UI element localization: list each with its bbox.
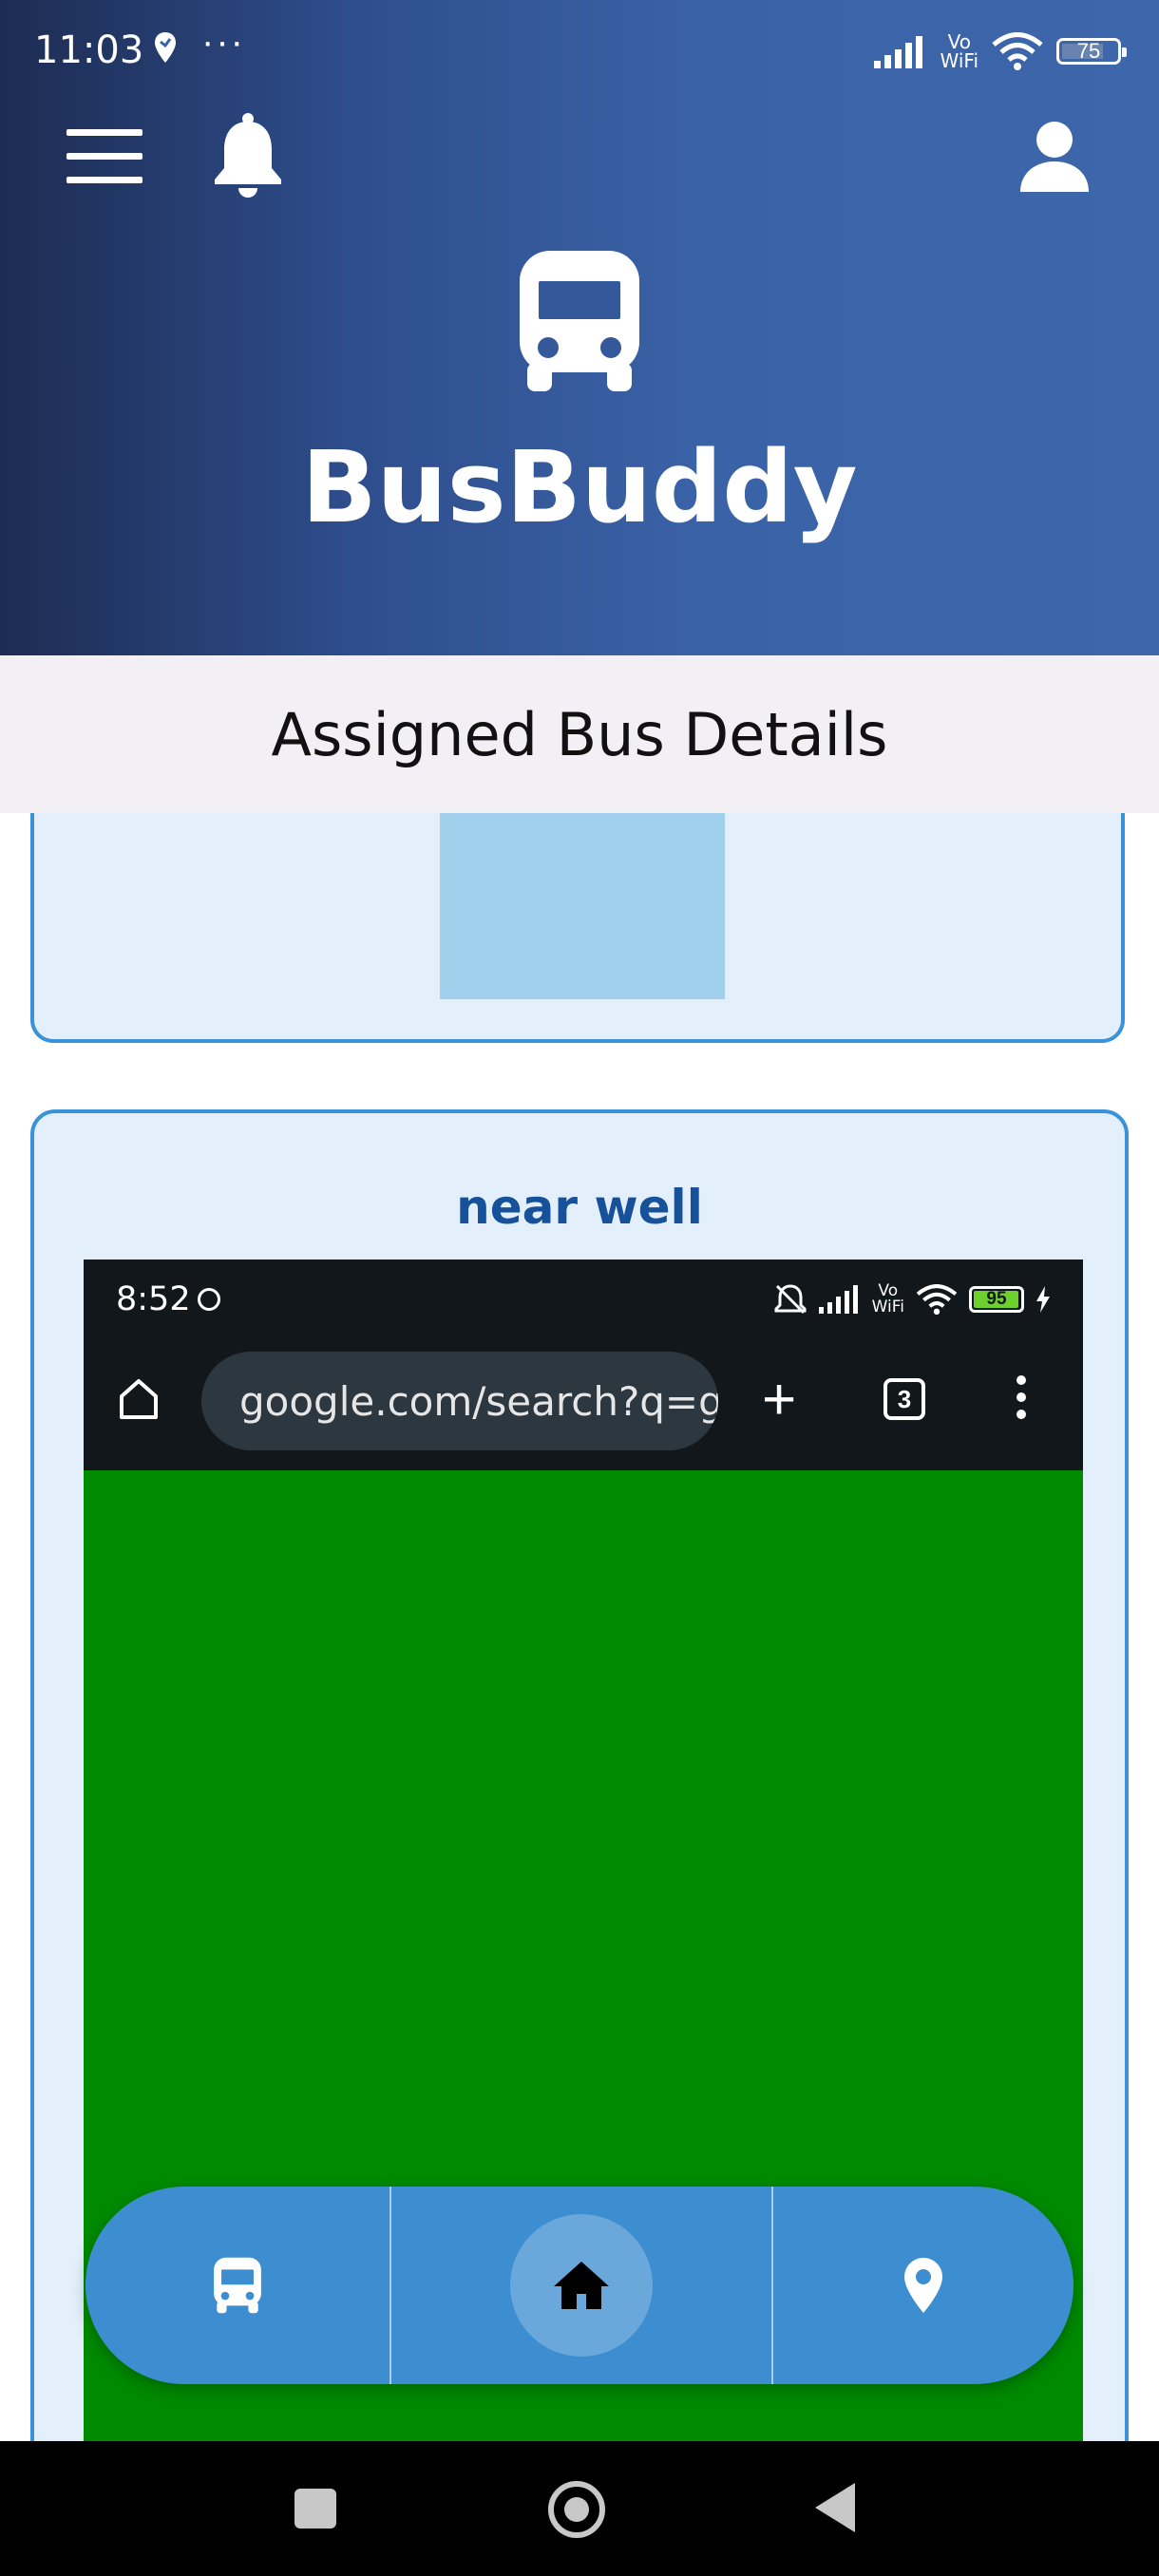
status-bar: 11:03 ··· Vo WiFi 75: [0, 0, 1159, 104]
bottom-nav: [86, 2187, 1074, 2384]
stop-image: [440, 813, 725, 999]
location-pin-icon: [904, 2258, 942, 2313]
vowifi-bottom: WiFi: [940, 49, 979, 72]
nav-home-button[interactable]: [391, 2187, 773, 2384]
url-bar: google.com/search?q=g: [201, 1352, 718, 1450]
stop-title: near well: [456, 1180, 703, 1235]
battery-icon: 75: [1056, 38, 1127, 65]
location-notification-icon: [152, 30, 179, 69]
url-text: google.com/search?q=g: [239, 1377, 718, 1425]
embedded-browser-header: 8:52 Vo WiFi 95 google.com/search?q=g + …: [84, 1260, 1083, 1470]
system-navigation-bar: [0, 2441, 1159, 2576]
bus-icon: [214, 2257, 261, 2314]
bell-icon[interactable]: [211, 112, 285, 204]
bus-stop-card: [30, 813, 1125, 1043]
app-title: BusBuddy: [301, 429, 858, 545]
mute-icon: [774, 1284, 807, 1315]
status-time: 11:03: [34, 28, 144, 72]
battery-level: 95: [986, 1289, 1007, 1309]
vowifi-icon: Vo WiFi: [940, 32, 979, 70]
nav-location-button[interactable]: [773, 2187, 1074, 2384]
more-options-icon: [1016, 1375, 1026, 1427]
battery-icon: 95: [969, 1286, 1024, 1313]
wifi-icon: [916, 1284, 958, 1315]
battery-level: 75: [1076, 39, 1101, 63]
system-home-icon[interactable]: [548, 2481, 605, 2538]
app-header: 11:03 ··· Vo WiFi 75 BusBuddy: [0, 0, 1159, 655]
home-icon: [116, 1375, 162, 1426]
embedded-time: 8:52: [116, 1280, 191, 1318]
embedded-notification-icon: [198, 1288, 220, 1311]
charging-icon: [1036, 1286, 1050, 1313]
wifi-icon: [992, 32, 1043, 70]
vowifi-top: Vo: [947, 30, 971, 53]
status-icons: Vo WiFi 75: [873, 32, 1127, 70]
active-indicator: [510, 2214, 653, 2357]
menu-icon[interactable]: [66, 129, 142, 184]
home-icon: [554, 2262, 609, 2309]
more-notifications-icon: ···: [201, 21, 245, 63]
section-title: Assigned Bus Details: [0, 655, 1159, 813]
vowifi-bottom: WiFi: [871, 1297, 904, 1316]
embedded-status-icons: Vo WiFi 95: [773, 1282, 1051, 1316]
signal-icon: [873, 36, 922, 68]
tab-switcher-icon: 3: [884, 1378, 925, 1420]
signal-icon: [818, 1285, 858, 1314]
bus-logo-icon: [518, 249, 641, 398]
back-icon[interactable]: [815, 2483, 855, 2532]
nav-bus-button[interactable]: [86, 2187, 391, 2384]
recent-apps-icon[interactable]: [294, 2489, 336, 2529]
vowifi-icon: Vo WiFi: [872, 1283, 904, 1316]
new-tab-icon: +: [762, 1367, 797, 1432]
user-icon[interactable]: [1018, 120, 1091, 197]
